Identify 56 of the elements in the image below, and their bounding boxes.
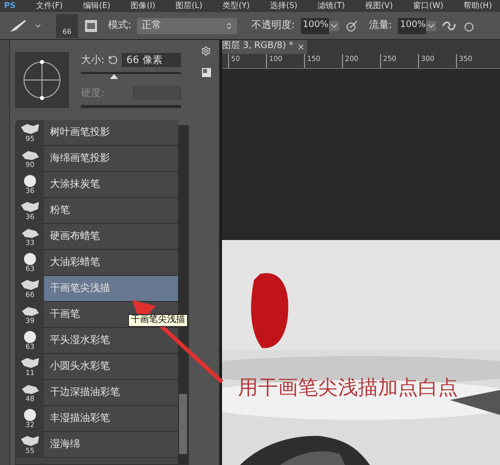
canvas-caption: 用干画笔尖浅描加点白点 (238, 377, 458, 397)
new-preset-icon[interactable] (202, 68, 210, 77)
tooltip: 干画笔尖浅描 (128, 314, 188, 327)
document-tab[interactable]: 图层 3, RGB/8) * (220, 40, 308, 54)
brush-tip-icon (19, 356, 41, 370)
mode-dropdown[interactable]: 正常 (137, 18, 238, 34)
brush-name: 硬画布蜡笔 (50, 230, 100, 244)
brush-tip-icon (19, 122, 41, 136)
brush-tip-icon (19, 148, 41, 162)
brush-name: 大涂抹炭笔 (50, 178, 100, 192)
flow-field[interactable]: 100% (398, 18, 426, 34)
dropdown-icon (225, 22, 234, 30)
brush-tip-icon (19, 278, 41, 292)
dropdown-icon[interactable] (426, 20, 436, 30)
menu-item[interactable]: 滤镜(T) (318, 2, 345, 10)
brush-tip-icon (19, 226, 41, 240)
slider-thumb[interactable] (110, 74, 118, 79)
settings-icon[interactable] (201, 46, 211, 56)
brush-angle-preview[interactable] (15, 52, 69, 108)
brush-name: 丰湿描油彩笔 (50, 412, 110, 426)
menu-item[interactable]: 视图(V) (365, 2, 393, 10)
flow-label: 流量: (368, 18, 392, 33)
panel-toggle-icon[interactable] (84, 18, 98, 32)
dropdown-icon[interactable] (328, 20, 339, 30)
opacity-label: 不透明度: (251, 18, 295, 33)
brush-name: 海绵画笔投影 (50, 152, 110, 166)
brush-name: 干画笔 (50, 308, 80, 322)
menu-item[interactable]: 图像(I) (130, 2, 156, 10)
menu-item[interactable]: 帮助(H) (464, 2, 492, 10)
brush-name: 树叶画笔投影 (50, 126, 110, 140)
brush-name: 平头湿水彩笔 (50, 334, 110, 348)
menu-item[interactable]: 窗口(W) (413, 2, 444, 10)
brush-name: 小圆头水彩笔 (50, 360, 110, 374)
size-label: 大小: (81, 54, 104, 68)
menu-item[interactable]: 类型(Y) (222, 2, 250, 10)
close-icon[interactable] (297, 43, 306, 51)
app-logo: PS (4, 2, 16, 10)
brush-tip-icon (19, 434, 41, 448)
menu-item[interactable]: 文件(F) (36, 2, 63, 10)
brush-name: 干画笔尖浅描 (50, 282, 110, 296)
brush-tip-icon (19, 200, 41, 214)
size-field[interactable]: 66 像素 (122, 53, 181, 67)
menu-item[interactable]: 编辑(E) (83, 2, 110, 10)
menu-item[interactable]: 选择(S) (270, 2, 298, 10)
size-slider[interactable] (81, 70, 181, 80)
reset-icon[interactable] (108, 55, 118, 65)
brush-tip-icon (19, 382, 41, 396)
menu-item[interactable]: 图层(L) (176, 2, 202, 10)
mode-label: 模式: (108, 18, 132, 33)
brush-name: 湿海绵 (50, 438, 80, 452)
brush-tip-icon (19, 304, 41, 318)
brush-name: 粉笔 (50, 204, 70, 218)
brush-icon[interactable] (8, 18, 28, 34)
brush-name: 大油彩蜡笔 (50, 256, 100, 270)
brush-name: 干边深描油彩笔 (50, 386, 120, 400)
opacity-field[interactable]: 100% (300, 18, 329, 34)
